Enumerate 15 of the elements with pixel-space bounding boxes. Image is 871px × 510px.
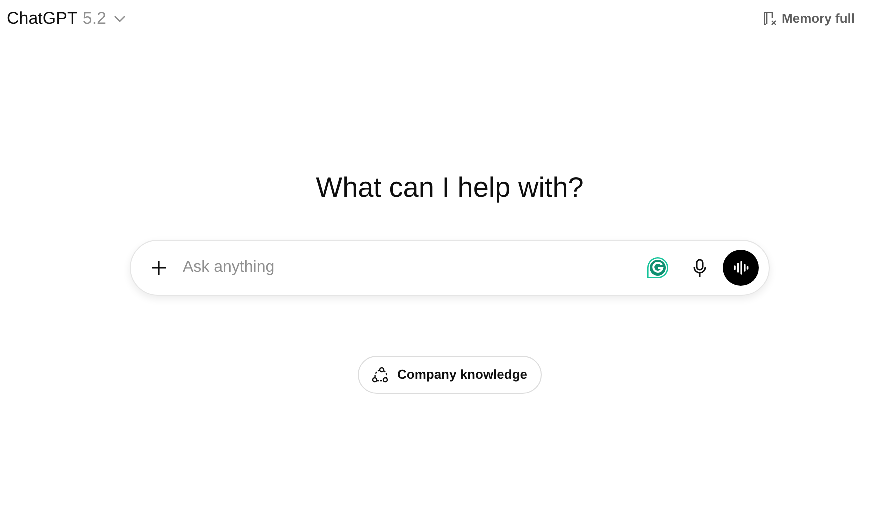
voice-mode-button[interactable]	[723, 250, 759, 286]
plus-icon	[151, 260, 167, 276]
message-composer[interactable]: Ask anything	[130, 240, 770, 296]
add-attachment-button[interactable]	[149, 258, 169, 278]
greeting-heading: What can I help with?	[316, 171, 584, 205]
connected-nodes-icon	[372, 366, 390, 384]
company-knowledge-button[interactable]: Company knowledge	[358, 356, 542, 394]
sound-wave-icon	[733, 261, 749, 275]
grammar-assistant-icon[interactable]	[646, 256, 670, 280]
microphone-icon	[693, 258, 707, 278]
memory-status-button[interactable]: Memory full	[764, 9, 855, 29]
message-input-field[interactable]: Ask anything	[183, 256, 646, 280]
memory-full-icon	[764, 12, 778, 26]
chevron-icon	[114, 15, 126, 23]
model-selector[interactable]: ChatGPT 5.2	[7, 6, 126, 32]
